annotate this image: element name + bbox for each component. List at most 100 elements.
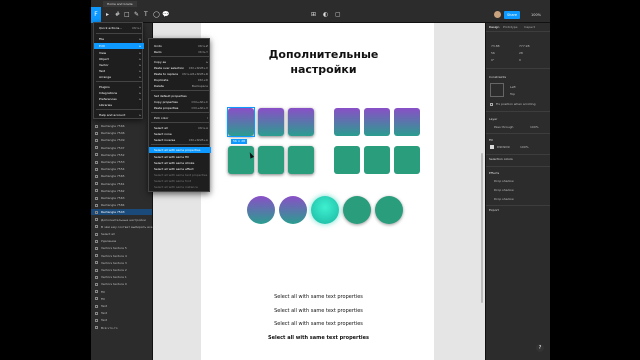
gradient-square[interactable]	[364, 108, 390, 136]
sample-text-bold[interactable]: Select all with same text properties	[241, 335, 396, 342]
layer-item[interactable]: Rectangle 7565	[95, 173, 125, 179]
component-tool-icon[interactable]: ⊞	[311, 11, 316, 19]
tab-prototype[interactable]: Prototype	[503, 25, 517, 29]
gradient-square[interactable]	[258, 108, 284, 136]
teal-square[interactable]	[228, 146, 254, 174]
effect-item[interactable]: Drop shadow	[494, 179, 514, 183]
layer-item[interactable]: Rectangle 7546	[95, 130, 125, 136]
layer-item[interactable]: Всё что-то	[95, 325, 118, 331]
tab-inspect[interactable]: Inspect	[524, 25, 535, 29]
h-field[interactable]: 28	[519, 51, 523, 55]
layer-item[interactable]: Rectangle 7549	[95, 137, 125, 143]
shape-tool-icon[interactable]: □	[124, 11, 130, 19]
w-field[interactable]: 56	[491, 51, 495, 55]
edit-menu-item[interactable]: Select all with same properties	[149, 147, 211, 153]
layer-item[interactable]: Fill	[95, 296, 105, 302]
selection-box[interactable]	[227, 107, 255, 137]
layer-item[interactable]: Rectangle 7566	[95, 123, 125, 129]
sample-text[interactable]: Select all with same text properties	[241, 294, 396, 301]
layer-item[interactable]: Rectangle 7547	[95, 145, 125, 151]
sample-text[interactable]: Select all with same text properties	[241, 308, 396, 315]
main-menu-button[interactable]: F	[91, 7, 101, 23]
green-circle[interactable]	[343, 196, 371, 224]
help-button[interactable]: ?	[536, 344, 544, 352]
layer-item[interactable]: Vectors texture 4	[95, 253, 127, 259]
zoom-dropdown[interactable]: 100%	[531, 11, 541, 19]
fill-swatch[interactable]	[490, 145, 494, 149]
canvas-scrollbar[interactable]	[481, 153, 483, 303]
layer-item[interactable]: Vectors texture 2	[95, 267, 127, 273]
edit-menu-item[interactable]: Delete Backspace	[149, 83, 211, 89]
constraint-vertical[interactable]: Top	[510, 92, 515, 96]
layer-item[interactable]: Vectors texture 5	[95, 245, 127, 251]
constraint-widget[interactable]	[490, 83, 504, 97]
menu-item-libraries[interactable]: Libraries	[94, 102, 144, 108]
rotation-field[interactable]: 0°	[491, 58, 494, 62]
menu-item-file[interactable]: File ▸	[94, 36, 144, 42]
layer-item[interactable]: Дополнительные настройки	[95, 217, 146, 223]
quick-actions-search[interactable]: Quick actions... Ctrl+/	[94, 25, 144, 31]
avatar[interactable]	[494, 11, 501, 18]
constraint-horizontal[interactable]: Left	[510, 85, 516, 89]
layer-item[interactable]: Select all	[95, 231, 115, 237]
layer-item[interactable]: Rectangle 7554	[95, 166, 125, 172]
gradient-square[interactable]	[394, 108, 420, 136]
resources-tool-icon[interactable]: ◯	[153, 11, 160, 19]
move-tool-icon[interactable]: ▸	[106, 11, 109, 19]
layer-item[interactable]: Rectangle 7543	[91, 209, 152, 216]
edit-menu-item[interactable]: Paste properties Ctrl+Alt+V	[149, 105, 211, 111]
gradient-square[interactable]	[288, 108, 314, 136]
frame-tool-icon[interactable]: #	[115, 11, 120, 19]
teal-square[interactable]	[394, 146, 420, 174]
menu-item-arrange[interactable]: Arrange ▸	[94, 74, 144, 80]
gradient-circle[interactable]	[279, 196, 307, 224]
layer-item[interactable]: Rectangle 7552	[95, 152, 125, 158]
crop-tool-icon[interactable]: ▢	[335, 11, 341, 19]
layer-item[interactable]: Rectangle 7553	[95, 159, 125, 165]
edit-menu-item[interactable]: Redo Ctrl+Y	[149, 49, 211, 55]
layer-item[interactable]: Vectors texture 1	[95, 274, 127, 280]
share-button[interactable]: Share	[504, 11, 520, 19]
layer-item[interactable]: Text	[95, 317, 107, 323]
gradient-circle[interactable]	[247, 196, 275, 224]
layer-item[interactable]: Vectors texture 0	[95, 281, 127, 287]
teal-square[interactable]	[258, 146, 284, 174]
green-circle[interactable]	[375, 196, 403, 224]
frame[interactable]: Дополнительные настройки 56 × 28 Select …	[201, 23, 434, 360]
pen-tool-icon[interactable]: ✎	[134, 11, 139, 19]
radius-field[interactable]: 0	[519, 58, 521, 62]
layer-item[interactable]: Text	[95, 303, 107, 309]
layer-item[interactable]: Удаление	[95, 238, 116, 244]
teal-square[interactable]	[364, 146, 390, 174]
teal-square[interactable]	[288, 146, 314, 174]
layer-item[interactable]: Rectangle 7562	[95, 188, 125, 194]
glow-circle[interactable]	[311, 196, 339, 224]
menu-item-help-and-account[interactable]: Help and account ▸	[94, 112, 144, 118]
comment-tool-icon[interactable]: 💬	[162, 11, 169, 19]
layer-item[interactable]: Rectangle 7561	[95, 181, 125, 187]
fix-position-checkbox[interactable]	[490, 103, 493, 106]
teal-square[interactable]	[334, 146, 360, 174]
layer-opacity[interactable]: 100%	[530, 125, 539, 129]
y-field[interactable]: 777.98	[519, 44, 530, 48]
edit-menu-item[interactable]: Pick color I	[149, 115, 211, 121]
fill-opacity[interactable]: 100%	[520, 145, 529, 149]
layer-item[interactable]: Rectangle 7584	[95, 202, 125, 208]
gradient-square[interactable]	[334, 108, 360, 136]
effect-item[interactable]: Drop shadow	[494, 197, 514, 201]
layer-item[interactable]: Rectangle 7563	[95, 195, 125, 201]
tab-design[interactable]: Design	[489, 25, 499, 29]
mask-tool-icon[interactable]: ◐	[323, 11, 328, 19]
effect-item[interactable]: Drop shadow	[494, 188, 514, 192]
layer-item[interactable]: Fill	[95, 289, 105, 295]
layer-item[interactable]: Vectors texture 3	[95, 260, 127, 266]
layer-item[interactable]: Text	[95, 310, 107, 316]
x-field[interactable]: 73.88	[491, 44, 500, 48]
blend-mode-dropdown[interactable]: Pass through	[494, 125, 513, 129]
fill-hex[interactable]: D9D9D9	[497, 145, 510, 149]
edit-menu-item[interactable]: Select inverse Ctrl+Shift+A	[149, 137, 211, 143]
text-tool-icon[interactable]: T	[144, 11, 148, 19]
menu-item-edit[interactable]: Edit ▸	[94, 43, 144, 49]
layer-item[interactable]: В чём ему соответ выбирать все	[95, 224, 152, 230]
sample-text[interactable]: Select all with same text properties	[241, 321, 396, 328]
